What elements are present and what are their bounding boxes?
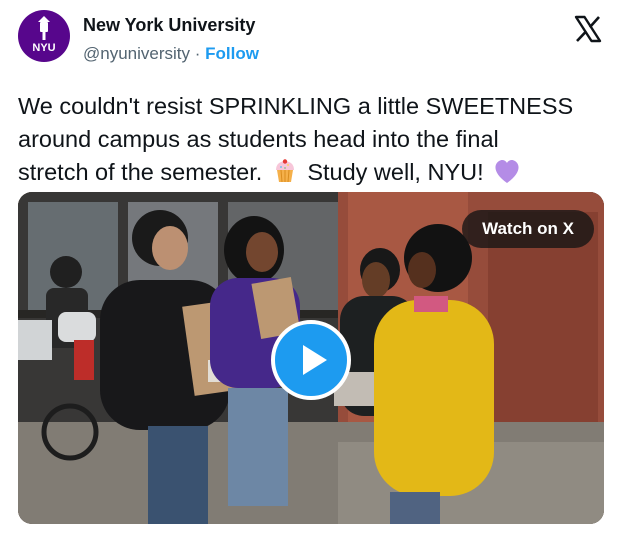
post-text-line: stretch of the semester. Study well, NYU… [18,156,608,194]
x-logo-icon[interactable] [573,14,603,44]
post-text-line: We couldn't resist SPRINKLING a little S… [18,93,574,119]
post-card: NYU New York University @nyuniversity · … [0,0,620,535]
avatar-text: NYU [32,42,55,54]
separator: · [194,44,201,63]
account-name[interactable]: New York University [83,15,255,36]
avatar[interactable]: NYU [18,10,70,62]
post-text: We couldn't resist SPRINKLING a little S… [18,90,608,194]
cupcake-icon [271,157,299,194]
post-text-segment: Study well, NYU! [307,159,484,185]
handle-row: @nyuniversity · Follow [83,44,259,64]
post-text-line: around campus as students head into the … [18,126,499,152]
nyu-torch-logo-icon: NYU [32,16,56,54]
video-player[interactable]: Watch on X [18,192,604,524]
follow-button[interactable]: Follow [205,44,259,63]
post-text-segment: stretch of the semester. [18,159,263,185]
play-icon[interactable] [271,320,351,400]
watch-on-x-button[interactable]: Watch on X [462,210,594,248]
purple-heart-icon [492,157,522,194]
account-handle[interactable]: @nyuniversity [83,44,190,63]
